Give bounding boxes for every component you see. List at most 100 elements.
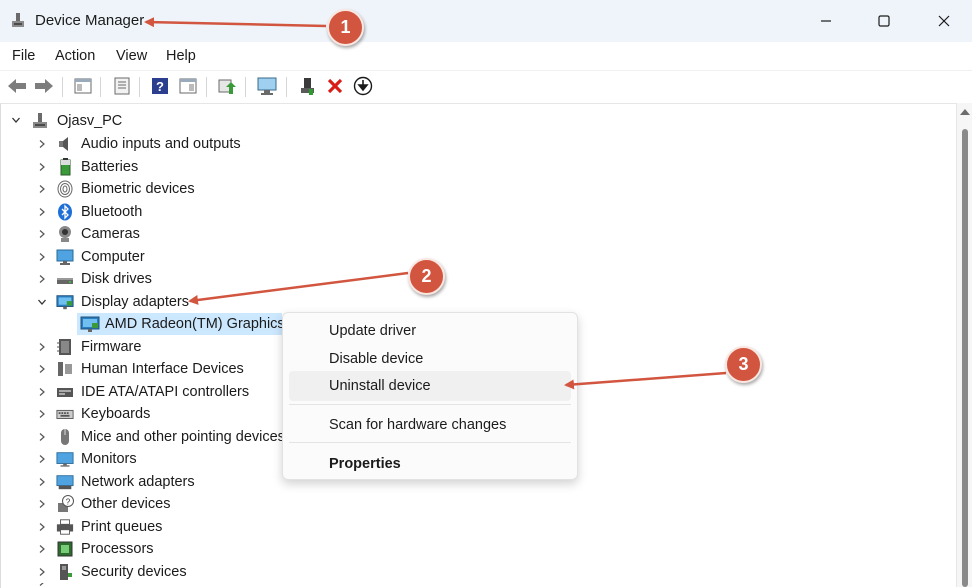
menu-item-disable-device[interactable]: Disable device	[289, 344, 571, 374]
chevron-right-icon[interactable]	[37, 522, 47, 532]
chevron-right-icon[interactable]	[37, 409, 47, 419]
chevron-right-icon[interactable]	[37, 252, 47, 262]
tree-item-amd-radeon[interactable]: AMD Radeon(TM) Graphics	[77, 313, 285, 335]
toolbar-separator	[206, 77, 207, 97]
update-driver-button[interactable]	[216, 75, 238, 97]
tree-item-mice[interactable]: Mice and other pointing devices	[1, 426, 284, 448]
svg-text:?: ?	[66, 498, 71, 507]
chevron-right-icon[interactable]	[37, 274, 47, 284]
chevron-down-icon[interactable]	[11, 113, 21, 129]
tree-item-label: Other devices	[81, 496, 171, 512]
tree-item-batteries[interactable]: Batteries	[1, 156, 501, 178]
menu-item-update-driver[interactable]: Update driver	[289, 316, 571, 346]
properties-sheet-icon	[114, 77, 130, 95]
menu-item-properties[interactable]: Properties	[289, 449, 571, 479]
chevron-right-icon[interactable]	[37, 477, 47, 487]
uninstall-device-button[interactable]	[324, 75, 346, 97]
chevron-right-icon[interactable]	[37, 162, 47, 172]
menu-item-label: Scan for hardware changes	[329, 417, 507, 433]
tree-item-bluetooth[interactable]: Bluetooth	[1, 201, 501, 223]
toolbar-separator	[286, 77, 287, 97]
action-pane-icon	[179, 78, 197, 94]
firmware-icon	[57, 339, 71, 355]
chevron-right-icon[interactable]	[37, 544, 47, 554]
tree-item-label: IDE ATA/ATAPI controllers	[81, 384, 250, 400]
tree-item-label: Display adapters	[81, 294, 189, 310]
tree-item-label: Monitors	[81, 451, 137, 467]
tree-item-biometric[interactable]: Biometric devices	[1, 178, 501, 200]
maximize-icon	[878, 15, 890, 27]
pc-icon	[33, 113, 47, 128]
toolbar-separator	[62, 77, 63, 97]
chevron-right-icon[interactable]	[37, 499, 47, 509]
tree-item-audio[interactable]: Audio inputs and outputs	[1, 133, 501, 155]
tree-item-label: Security devices	[81, 564, 187, 580]
chevron-right-icon[interactable]	[37, 342, 47, 352]
menu-item-label: Uninstall device	[329, 378, 431, 394]
toolbar-separator	[100, 77, 101, 97]
properties-sheet-button[interactable]	[111, 75, 133, 97]
tree-item-cameras[interactable]: Cameras	[1, 223, 501, 245]
download-driver-icon	[353, 76, 373, 96]
menu-action[interactable]: Action	[55, 48, 95, 64]
computer-icon	[56, 249, 74, 265]
chevron-right-icon[interactable]	[37, 387, 47, 397]
tree-item-label: Mice and other pointing devices	[81, 429, 284, 445]
update-driver-icon	[218, 79, 236, 94]
close-icon	[938, 15, 950, 27]
scan-hardware-button[interactable]	[256, 75, 278, 97]
chevron-right-icon[interactable]	[37, 184, 47, 194]
menu-view[interactable]: View	[116, 48, 147, 64]
minimize-button[interactable]	[808, 8, 844, 34]
chevron-right-icon[interactable]	[37, 207, 47, 217]
menu-item-scan-hardware[interactable]: Scan for hardware changes	[289, 410, 571, 440]
tree-item-label: Firmware	[81, 339, 142, 355]
chevron-right-icon[interactable]	[37, 432, 47, 442]
tree-item-print-queues[interactable]: Print queues	[1, 516, 501, 538]
enable-device-icon	[301, 78, 314, 95]
printer-icon	[56, 519, 74, 535]
toolbar-separator	[245, 77, 246, 97]
ide-controller-icon	[57, 388, 73, 397]
toolbar-separator	[139, 77, 140, 97]
bluetooth-icon	[58, 203, 72, 221]
security-device-icon	[60, 564, 72, 580]
tree-item-security-devices[interactable]: Security devices	[1, 561, 501, 583]
download-driver-button[interactable]	[352, 75, 374, 97]
chevron-right-icon[interactable]	[37, 567, 47, 577]
tree-item-processors[interactable]: Processors	[1, 538, 501, 560]
scroll-thumb[interactable]	[962, 129, 968, 587]
chevron-right-icon[interactable]	[37, 229, 47, 239]
show-hide-console-tree-icon	[74, 78, 92, 94]
scroll-up-icon[interactable]	[960, 109, 970, 115]
menu-help[interactable]: Help	[166, 48, 196, 64]
close-button[interactable]	[926, 8, 962, 34]
chevron-right-icon[interactable]	[37, 364, 47, 374]
tree-root[interactable]: Ojasv_PC	[1, 110, 401, 132]
menu-file[interactable]: File	[12, 48, 35, 64]
enable-device-button[interactable]	[297, 75, 319, 97]
device-manager-icon	[12, 13, 24, 27]
processor-icon	[57, 541, 73, 557]
tree-item-label: Cameras	[81, 226, 140, 242]
minimize-icon	[821, 20, 831, 22]
chevron-right-icon[interactable]	[37, 454, 47, 464]
vertical-scrollbar[interactable]	[956, 103, 972, 587]
tree-item-label: Keyboards	[81, 406, 151, 422]
help-button[interactable]: ?	[149, 75, 171, 97]
action-pane-button[interactable]	[177, 75, 199, 97]
disk-drive-icon	[57, 278, 73, 284]
menu-item-label: Disable device	[329, 351, 424, 367]
forward-button[interactable]	[33, 75, 55, 97]
context-menu: Update driver Disable device Uninstall d…	[282, 312, 578, 480]
chevron-right-icon[interactable]	[37, 139, 47, 149]
title-bar: Device Manager	[0, 0, 972, 42]
maximize-button[interactable]	[866, 8, 902, 34]
mouse-icon	[61, 429, 69, 445]
menu-item-uninstall-device[interactable]: Uninstall device	[289, 371, 571, 401]
show-hide-console-tree-button[interactable]	[72, 75, 94, 97]
tree-item-other-devices[interactable]: ? Other devices	[1, 493, 501, 515]
back-button[interactable]	[6, 75, 28, 97]
chevron-down-icon[interactable]	[37, 297, 47, 307]
tree-item-label: Human Interface Devices	[81, 361, 244, 377]
